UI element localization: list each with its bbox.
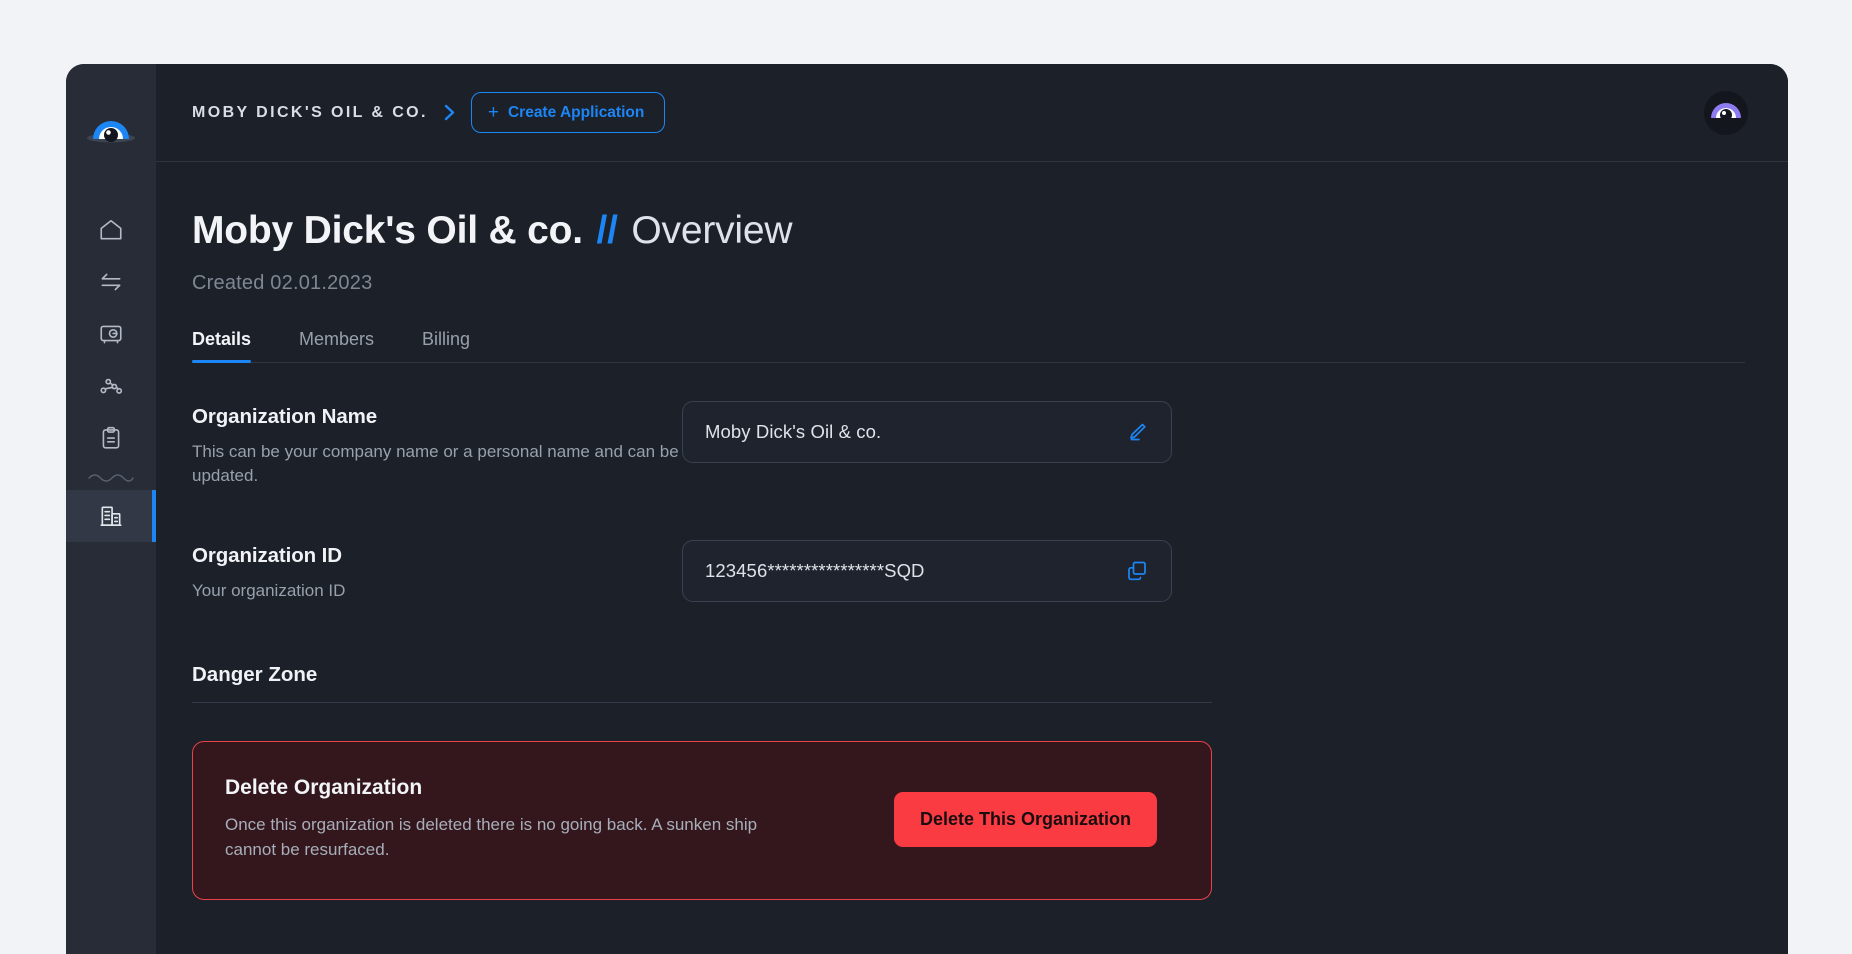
page-title-separator: // (596, 209, 618, 252)
app-window: MOBY DICK'S OIL & CO. + Create Applicati… (66, 64, 1788, 954)
org-id-description: Your organization ID (192, 581, 346, 601)
home-icon (98, 217, 124, 243)
wave-divider-icon (66, 464, 156, 490)
create-application-button[interactable]: + Create Application (470, 92, 666, 133)
content-area: Moby Dick's Oil & co. // Overview Create… (156, 162, 1788, 954)
clipboard-icon (98, 425, 124, 451)
chevron-right-icon (442, 103, 457, 122)
page-title-section: Overview (631, 209, 793, 252)
vault-safe-icon (98, 321, 124, 347)
delete-organization-text: Delete Organization Once this organizati… (225, 776, 894, 862)
org-id-row: Organization ID Your organization ID (192, 540, 1748, 603)
eye-avatar-icon (1704, 90, 1748, 135)
sidebar-item-network[interactable] (66, 360, 156, 412)
copy-icon[interactable] (1123, 557, 1151, 585)
org-id-input-wrap[interactable] (682, 540, 1172, 603)
sidebar-nav (66, 204, 156, 542)
top-bar: MOBY DICK'S OIL & CO. + Create Applicati… (156, 64, 1788, 162)
danger-zone-heading: Danger Zone (192, 663, 318, 687)
sidebar-item-vault[interactable] (66, 308, 156, 360)
delete-organization-description: Once this organization is deleted there … (225, 815, 758, 859)
edit-pencil-icon[interactable] (1123, 418, 1151, 446)
org-name-input[interactable] (705, 420, 1123, 443)
delete-organization-button[interactable]: Delete This Organization (893, 791, 1157, 847)
sidebar-item-organization[interactable] (66, 490, 156, 542)
danger-zone-divider (192, 702, 1212, 704)
created-date: Created 02.01.2023 (192, 271, 373, 294)
delete-organization-title: Delete Organization (225, 776, 423, 800)
org-name-input-wrap[interactable] (682, 400, 1172, 463)
screen-root: MOBY DICK'S OIL & CO. + Create Applicati… (0, 0, 1852, 954)
org-name-title: Organization Name (192, 404, 378, 428)
delete-organization-card: Delete Organization Once this organizati… (192, 741, 1212, 900)
org-id-input[interactable] (705, 560, 1123, 583)
main-area: MOBY DICK'S OIL & CO. + Create Applicati… (156, 64, 1788, 954)
tab-bar: Details Members Billing (192, 329, 1745, 363)
org-id-labels: Organization ID Your organization ID (192, 540, 682, 603)
org-name-row: Organization Name This can be your compa… (192, 400, 1748, 488)
building-icon (98, 503, 124, 529)
sidebar-item-reports[interactable] (66, 412, 156, 464)
breadcrumb-org-link[interactable]: MOBY DICK'S OIL & CO. (192, 104, 428, 122)
tab-details[interactable]: Details (192, 329, 252, 363)
breadcrumb: MOBY DICK'S OIL & CO. + Create Applicati… (192, 92, 666, 133)
eye-logo-icon[interactable] (85, 106, 137, 158)
page-title-org: Moby Dick's Oil & co. (192, 209, 583, 252)
page-title: Moby Dick's Oil & co. // Overview (192, 209, 1748, 253)
tab-billing[interactable]: Billing (422, 329, 470, 362)
transfer-arrows-icon (98, 269, 124, 295)
network-nodes-icon (98, 373, 124, 399)
sidebar-item-transfers[interactable] (66, 256, 156, 308)
sidebar (66, 64, 156, 954)
org-name-labels: Organization Name This can be your compa… (192, 401, 682, 488)
create-application-label: Create Application (507, 103, 645, 121)
avatar[interactable] (1704, 90, 1748, 135)
tab-members[interactable]: Members (299, 329, 374, 362)
sidebar-item-home[interactable] (66, 204, 156, 256)
plus-icon: + (487, 102, 499, 123)
org-name-description: This can be your company name or a perso… (192, 441, 679, 486)
org-id-title: Organization ID (192, 544, 342, 568)
